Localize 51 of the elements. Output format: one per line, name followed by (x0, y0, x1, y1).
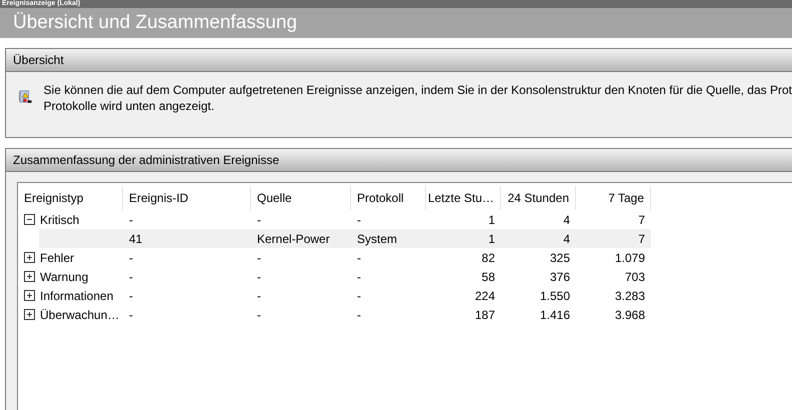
table-cell-text: 1 (488, 212, 495, 228)
table-cell-text: - (129, 268, 133, 286)
table-cell-text: 224 (474, 288, 495, 304)
table-cell-text: 703 (624, 268, 645, 286)
expand-toggle[interactable] (24, 309, 35, 320)
table-cell-text: 4 (563, 212, 570, 228)
table-cell-text: - (257, 268, 261, 286)
collapse-toggle[interactable] (24, 214, 35, 225)
table-cell-text: 1.550 (540, 288, 570, 304)
table-cell-text: 1 (488, 230, 495, 248)
table-cell-text: - (129, 288, 133, 304)
table-cell-text: 3.968 (614, 306, 645, 324)
table-cell-text: Überwachun… (40, 306, 120, 324)
table-cell-text: 7 (638, 230, 645, 248)
table-cell-text: - (257, 212, 261, 228)
table-cell-text: - (129, 212, 133, 228)
table-cell-text: Warnung (40, 268, 88, 286)
table-cell-text: 187 (474, 306, 495, 324)
table-cell-text: Kritisch (40, 212, 80, 228)
expand-toggle[interactable] (24, 271, 35, 282)
table-cell-text: System (357, 230, 398, 248)
section-header[interactable]: Zusammenfassung der administrativen Ereignisse (6, 149, 792, 172)
table-cell-text: Fehler (40, 250, 74, 266)
table-cell-text: 4 (563, 230, 570, 248)
table-cell-text: - (129, 306, 133, 324)
page-title: Übersicht und Zusammenfassung (13, 10, 298, 35)
table-cell-text: 82 (482, 250, 495, 266)
table-cell-text: Kernel-Power (257, 230, 330, 248)
table-cell-text: 1.416 (540, 306, 570, 324)
table-cell-text: - (357, 268, 361, 286)
table-cell-text: 3.283 (614, 288, 645, 304)
table-cell-text: - (257, 250, 261, 266)
table-cell-text: - (257, 288, 261, 304)
table-cell-text: 1.079 (614, 250, 645, 266)
table-row[interactable]: 41 Kernel-Power System 1 4 7 (39, 229, 651, 248)
table-cell-text: - (357, 212, 361, 228)
table-cell-text: - (129, 250, 133, 266)
expand-toggle[interactable] (24, 290, 35, 301)
table-cell-text: 58 (482, 268, 495, 286)
overview-description: Sie können die auf dem Computer aufgetretenen Ereignisse anzeigen, indem Sie in der Konsolenstruktur den Knoten für die Quelle, das Prot Protokolle wird unten angezeigt. (44, 82, 792, 114)
table-cell-text: Informationen (40, 288, 114, 304)
table-cell-text: - (357, 250, 361, 266)
table-cell-text: - (257, 306, 261, 324)
expand-toggle[interactable] (24, 252, 35, 263)
table-cell-text: - (357, 306, 361, 324)
table-cell-text: 376 (550, 268, 570, 286)
table-cell-text: - (357, 288, 361, 304)
table-cell-text: 41 (129, 230, 142, 248)
table-cell-text: 7 (638, 212, 645, 228)
section-header[interactable]: Übersicht (6, 49, 792, 72)
table-cell-text: 325 (550, 250, 570, 266)
